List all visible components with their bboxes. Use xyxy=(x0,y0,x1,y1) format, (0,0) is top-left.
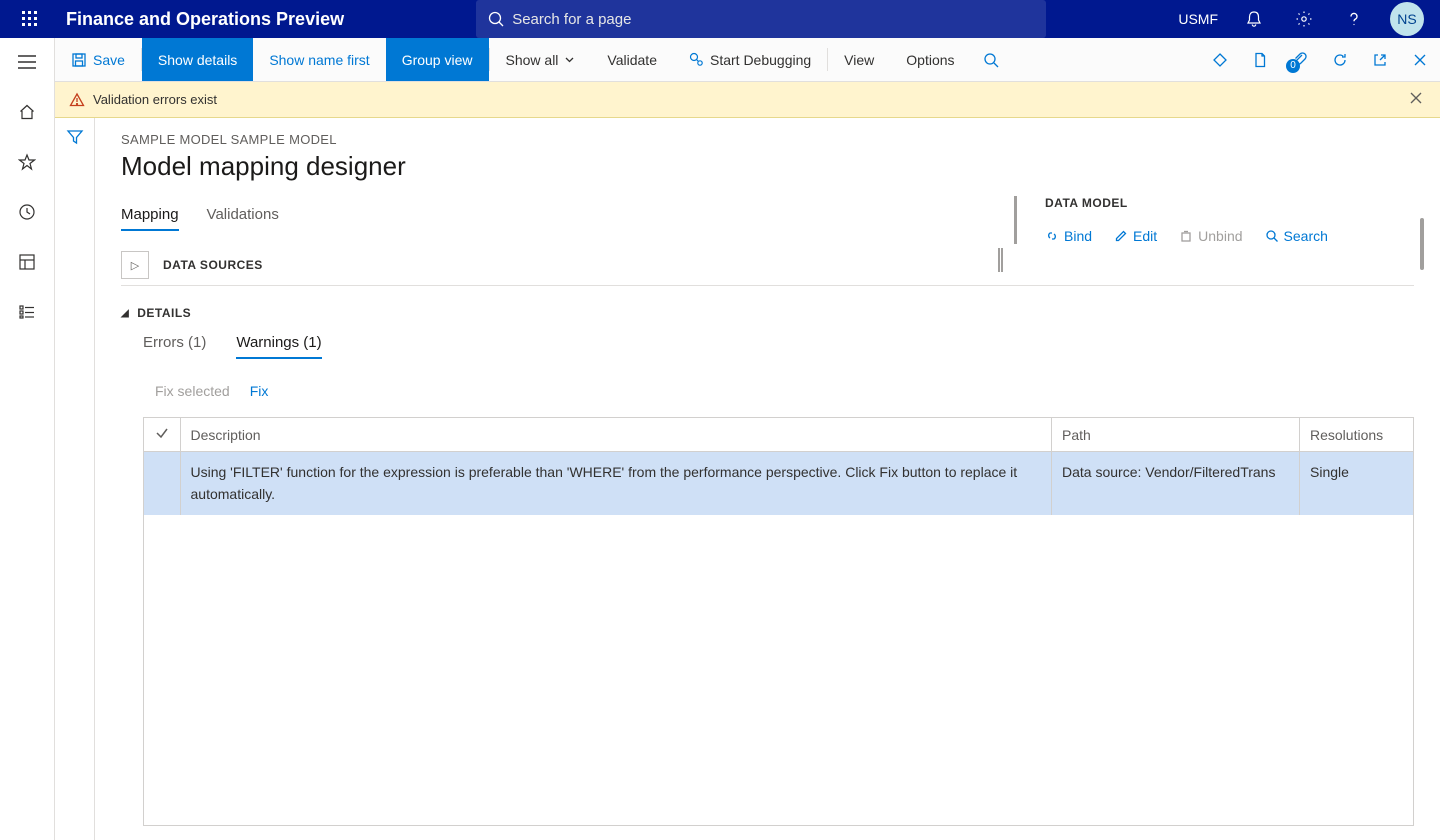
view-button[interactable]: View xyxy=(828,38,890,81)
fix-button[interactable]: Fix xyxy=(250,383,269,399)
modules-icon[interactable] xyxy=(15,300,39,324)
find-icon[interactable] xyxy=(971,38,1011,81)
data-sources-label: DATA SOURCES xyxy=(163,258,263,272)
select-all[interactable] xyxy=(144,418,180,452)
alert-close-icon[interactable] xyxy=(1406,88,1426,111)
recent-icon[interactable] xyxy=(15,200,39,224)
diamond-icon[interactable] xyxy=(1200,52,1240,68)
save-button[interactable]: Save xyxy=(55,38,141,81)
close-icon[interactable] xyxy=(1400,53,1440,67)
refresh-icon[interactable] xyxy=(1320,52,1360,68)
right-scrollbar[interactable] xyxy=(1420,218,1424,270)
splitter-handle[interactable] xyxy=(998,248,1004,272)
cell-description: Using 'FILTER' function for the expressi… xyxy=(180,452,1052,516)
document-icon[interactable] xyxy=(1240,52,1280,68)
data-model-panel: DATA MODEL Bind Edit Unbind Search xyxy=(1014,196,1414,244)
favorites-icon[interactable] xyxy=(15,150,39,174)
tab-warnings[interactable]: Warnings (1) xyxy=(236,334,321,359)
menu-icon[interactable] xyxy=(15,50,39,74)
options-button[interactable]: Options xyxy=(890,38,970,81)
cell-resolutions: Single xyxy=(1300,452,1414,516)
debug-icon xyxy=(689,52,704,67)
avatar[interactable]: NS xyxy=(1390,2,1424,36)
filter-column xyxy=(55,118,95,840)
popout-icon[interactable] xyxy=(1360,52,1400,68)
warning-icon xyxy=(69,92,85,108)
col-path[interactable]: Path xyxy=(1052,418,1300,452)
search-icon xyxy=(488,11,504,27)
tab-errors[interactable]: Errors (1) xyxy=(143,334,206,359)
details-collapse-icon: ◢ xyxy=(121,308,129,319)
company-label[interactable]: USMF xyxy=(1178,5,1218,33)
tab-mapping[interactable]: Mapping xyxy=(121,206,179,231)
tab-validations[interactable]: Validations xyxy=(207,206,279,231)
show-all-button[interactable]: Show all xyxy=(490,38,592,81)
col-resolutions[interactable]: Resolutions xyxy=(1300,418,1414,452)
app-launcher-icon[interactable] xyxy=(10,11,50,27)
unbind-button: Unbind xyxy=(1179,228,1242,244)
edit-button[interactable]: Edit xyxy=(1114,228,1157,244)
filter-icon[interactable] xyxy=(66,128,84,840)
save-icon xyxy=(71,52,87,68)
search-button[interactable]: Search xyxy=(1265,228,1328,244)
help-icon[interactable] xyxy=(1340,5,1368,33)
table-row[interactable]: Using 'FILTER' function for the expressi… xyxy=(144,452,1414,516)
start-debugging-button[interactable]: Start Debugging xyxy=(673,38,827,81)
toolbar: Save Show details Show name first Group … xyxy=(55,38,1440,82)
warnings-grid: Description Path Resolutions Using 'FILT… xyxy=(144,418,1414,515)
show-details-button[interactable]: Show details xyxy=(142,38,253,81)
chevron-down-icon xyxy=(564,54,575,65)
attachments-badge: 0 xyxy=(1286,59,1300,73)
details-header[interactable]: ◢ DETAILS xyxy=(121,306,1414,320)
data-model-title: DATA MODEL xyxy=(1045,196,1414,210)
settings-icon[interactable] xyxy=(1290,5,1318,33)
validate-button[interactable]: Validate xyxy=(591,38,673,81)
home-icon[interactable] xyxy=(15,100,39,124)
page-title: Model mapping designer xyxy=(121,151,1414,182)
app-name: Finance and Operations Preview xyxy=(66,9,344,30)
bind-button[interactable]: Bind xyxy=(1045,228,1092,244)
notifications-icon[interactable] xyxy=(1240,5,1268,33)
validation-alert: Validation errors exist xyxy=(55,82,1440,118)
left-rail xyxy=(0,38,55,840)
breadcrumb: SAMPLE MODEL SAMPLE MODEL xyxy=(121,132,1414,147)
col-description[interactable]: Description xyxy=(180,418,1052,452)
data-sources-expand[interactable]: ▷ xyxy=(121,251,149,279)
search-box[interactable] xyxy=(476,0,1046,38)
workspace-icon[interactable] xyxy=(15,250,39,274)
group-view-button[interactable]: Group view xyxy=(386,38,489,81)
fix-selected-button: Fix selected xyxy=(155,383,230,399)
top-bar: Finance and Operations Preview USMF NS xyxy=(0,0,1440,38)
search-input[interactable] xyxy=(512,11,1034,28)
show-name-first-button[interactable]: Show name first xyxy=(253,38,385,81)
attachments-icon[interactable]: 0 xyxy=(1280,52,1320,68)
cell-path: Data source: Vendor/FilteredTrans xyxy=(1052,452,1300,516)
alert-text: Validation errors exist xyxy=(93,92,217,107)
